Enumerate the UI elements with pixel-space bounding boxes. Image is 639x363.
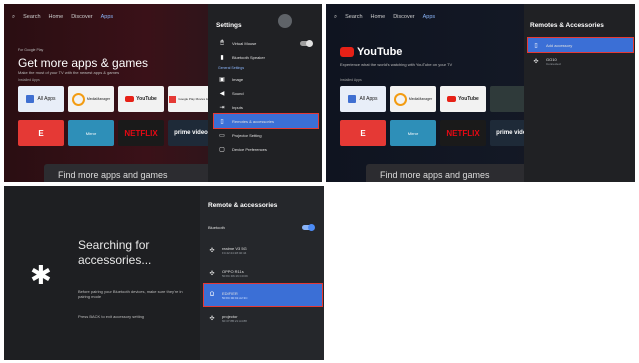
menu-sound[interactable]: ◀ Sound [214,86,318,100]
app-tile-e[interactable]: E [18,120,64,146]
hero-subtitle: Experience what the world's watching wit… [340,62,453,67]
device-status: Connected [546,61,561,66]
remotes-title: Remote & accessories [208,202,278,209]
remote-icon: ▯ [220,118,224,125]
bluetooth-row[interactable]: Bluetooth [204,220,320,234]
gamepad-icon: ✣ [209,315,215,322]
headphones-icon: Ω [209,292,215,298]
play-movies-icon [169,95,177,103]
device-address: 60:37:8B:21:A4:88 [222,318,247,323]
nav-home[interactable]: Home [49,14,64,21]
screenshot-apps-settings: ⌕ Search Home Discover Apps For Google P… [4,4,322,182]
app-tile-media-manager[interactable]: MediaManager [68,86,114,112]
nav-apps[interactable]: Apps [101,14,114,21]
remotes-title: Remotes & Accessories [530,22,604,29]
sound-icon: ◀ [219,90,225,97]
media-manager-icon [71,92,85,106]
section-label: General Settings [218,66,245,70]
device-address: 50:8C:90:91:A2:3C [222,295,248,300]
app-row-2: E Mirror NETFLIX prime video [340,120,536,146]
back-hint: Press BACK to exit accessory setting [78,314,145,319]
nav-apps[interactable]: Apps [423,14,436,21]
app-tile-mirror[interactable]: Mirror [68,120,114,146]
speaker-icon: ▮ [220,54,224,61]
nav-discover[interactable]: Discover [393,14,414,21]
app-tile-netflix[interactable]: NETFLIX [440,120,486,146]
settings-panel: Settings 🖱 Virtual Mouse ▮ Bluetooth Spe… [208,4,322,182]
nav-search[interactable]: Search [345,14,362,21]
hero-eyebrow: For Google Play [18,48,44,52]
remotes-panel: Remote & accessories Bluetooth ✣ realme … [200,186,324,360]
menu-bluetooth-speaker[interactable]: ▮ Bluetooth Speaker [214,50,318,64]
hero-subtitle: Make the most of your TV with the newest… [18,70,120,75]
app-row: All Apps MediaManager YouTube [340,86,536,112]
tv-icon: ▢ [219,146,225,153]
app-tile-all-apps[interactable]: All Apps [340,86,386,112]
nav-search[interactable]: Search [23,14,40,21]
nav-home[interactable]: Home [371,14,386,21]
grid-icon [348,95,357,103]
nav-discover[interactable]: Discover [71,14,92,21]
gamepad-icon: ✣ [209,270,215,277]
remotes-menu: ▯ Add accessory ✣ GO10 Connected [527,37,634,70]
gamepad-icon: ✣ [209,247,215,254]
menu-remotes-accessories[interactable]: ▯ Remotes & accessories [213,113,319,129]
hero-title: Get more apps & games [18,56,149,70]
app-tile-mirror[interactable]: Mirror [390,120,436,146]
screenshot-searching-accessories: ✱ Searching for accessories... Before pa… [4,186,324,360]
top-nav: ⌕ Search Home Discover Apps [334,14,435,21]
bluetooth-icon: ✱ [30,260,52,290]
bluetooth-toggle[interactable] [302,223,315,231]
menu-inputs[interactable]: ⇥ Inputs [214,100,318,114]
remote-icon: ▯ [534,42,538,49]
avatar [278,14,292,28]
device-go10[interactable]: ✣ GO10 Connected [528,52,633,70]
gamepad-icon: ✣ [533,58,539,65]
app-tile-all-apps[interactable]: All Apps [18,86,64,112]
app-row: All Apps MediaManager YouTube Google Pla… [18,86,214,112]
device-address: F4:42:24:28:40:44 [222,250,247,255]
image-icon: ▣ [219,76,225,83]
search-icon[interactable]: ⌕ [334,14,337,21]
row-label: Installed Apps [18,78,40,82]
virtual-mouse-toggle[interactable] [300,39,313,47]
projector-icon: ▭ [219,132,225,139]
menu-virtual-mouse[interactable]: 🖱 Virtual Mouse [214,36,318,50]
menu-device-preferences[interactable]: ▢ Device Preferences [214,142,318,156]
mouse-icon: 🖱 [220,39,224,46]
pairing-hint: Before pairing your Bluetooth devices, m… [78,289,183,299]
app-tile-netflix[interactable]: NETFLIX [118,120,164,146]
add-accessory-item[interactable]: ▯ Add accessory [527,37,634,53]
device-realme[interactable]: ✣ realme V3 5G F4:42:24:28:40:44 [204,238,322,262]
device-projector[interactable]: ✣ projector 60:37:8B:21:A4:88 [204,306,322,330]
youtube-icon [340,47,354,57]
device-address: 50:8C:D6:16:C0:09 [222,273,248,278]
input-icon: ⇥ [219,104,225,111]
settings-title: Settings [216,22,242,29]
app-tile-youtube[interactable]: YouTube [440,86,486,112]
menu-image[interactable]: ▣ Image [214,72,318,86]
search-heading: Searching for accessories... [78,238,152,267]
app-tile-media-manager[interactable]: MediaManager [390,86,436,112]
row-label: Installed Apps [340,78,362,82]
media-manager-icon [393,92,407,106]
youtube-icon [447,96,457,102]
app-row-2: E Mirror NETFLIX prime video [18,120,214,146]
device-list: ✣ realme V3 5G F4:42:24:28:40:44 ✣ OPPO … [203,238,323,330]
top-nav: ⌕ Search Home Discover Apps [12,14,113,21]
youtube-icon [125,96,135,102]
app-tile-e[interactable]: E [340,120,386,146]
screenshot-remotes-accessories: ⌕ Search Home Discover Apps YouTube Expe… [326,4,635,182]
youtube-logo: YouTube [340,46,402,58]
search-icon[interactable]: ⌕ [12,14,15,21]
device-edifier[interactable]: Ω EDIFIER 50:8C:90:91:A2:3C [203,283,323,307]
device-oppo[interactable]: ✣ OPPO R11s 50:8C:D6:16:C0:09 [204,262,322,284]
menu-projector-setting[interactable]: ▭ Projector Setting [214,128,318,142]
app-tile-youtube[interactable]: YouTube [118,86,164,112]
settings-menu: 🖱 Virtual Mouse ▮ Bluetooth Speaker Gene… [213,36,319,156]
grid-icon [26,95,35,103]
remotes-panel: Remotes & Accessories ▯ Add accessory ✣ … [524,4,635,182]
